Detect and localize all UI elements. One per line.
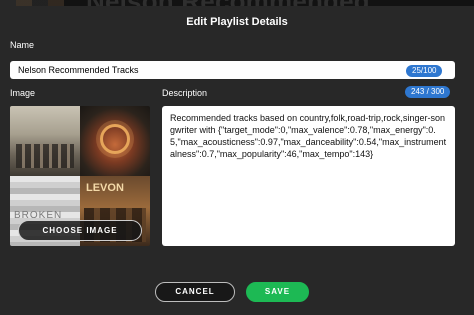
description-char-counter: 243 / 300 (405, 86, 451, 98)
edit-playlist-dialog: Edit Playlist Details Name 25/100 Image … (0, 6, 474, 315)
album-art-2 (80, 106, 150, 176)
choose-image-button[interactable]: CHOOSE IMAGE (18, 220, 142, 241)
cancel-button[interactable]: CANCEL (155, 282, 235, 302)
name-input[interactable] (10, 61, 455, 79)
name-label: Name (10, 40, 35, 50)
image-label: Image (10, 88, 36, 98)
album-art-4-text: LEVON (86, 182, 124, 194)
album-art-1 (10, 106, 80, 176)
description-label: Description (162, 88, 208, 98)
save-button[interactable]: SAVE (246, 282, 309, 302)
name-char-counter: 25/100 (406, 65, 443, 77)
dialog-title: Edit Playlist Details (186, 16, 288, 28)
description-textarea[interactable]: Recommended tracks based on country,folk… (162, 106, 455, 246)
